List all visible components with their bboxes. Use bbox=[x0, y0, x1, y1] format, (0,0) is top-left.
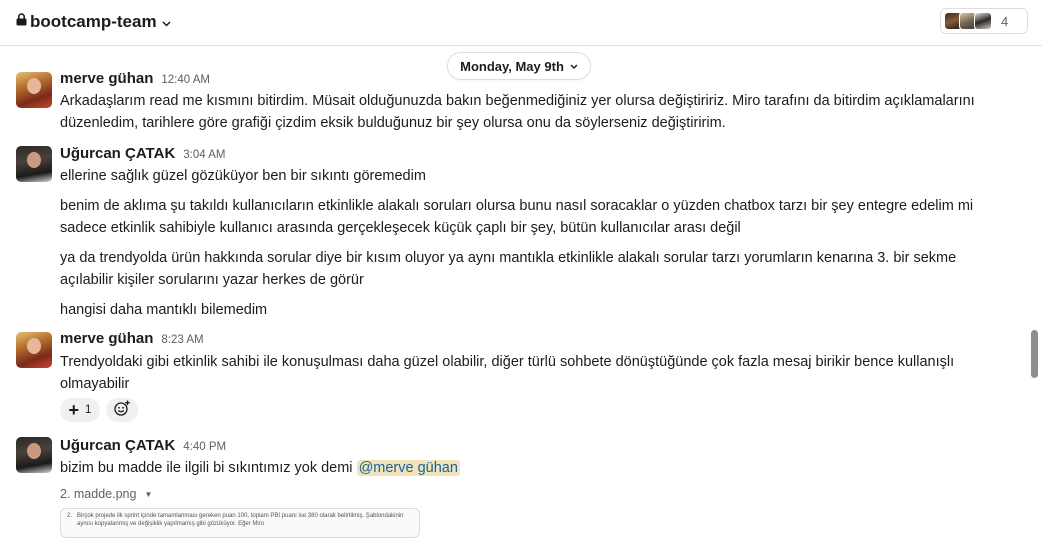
message-author[interactable]: Uğurcan ÇATAK bbox=[60, 145, 175, 162]
user-avatar-merve[interactable] bbox=[16, 72, 52, 108]
lock-icon bbox=[16, 11, 27, 31]
plus-one-icon: + bbox=[68, 400, 80, 420]
message-author[interactable]: merve gühan bbox=[60, 70, 153, 87]
message-author[interactable]: Uğurcan ÇATAK bbox=[60, 437, 175, 454]
user-avatar-ugurcan[interactable] bbox=[16, 437, 52, 473]
message-header: merve gühan 12:40 AM bbox=[60, 70, 210, 87]
message-timestamp[interactable]: 8:23 AM bbox=[161, 334, 203, 346]
message-text: Arkadaşlarım read me kısmını bitirdim. M… bbox=[60, 93, 975, 131]
user-avatar-merve[interactable] bbox=[16, 332, 52, 368]
message-text: benim de aklıma şu takıldı kullanıcıları… bbox=[60, 198, 974, 236]
file-name: 2. madde.png bbox=[60, 487, 137, 501]
chevron-down-icon bbox=[162, 12, 171, 32]
message-timestamp[interactable]: 3:04 AM bbox=[183, 149, 225, 161]
message-text-body: bizim bu madde ile ilgili bi sıkıntımız … bbox=[60, 460, 353, 476]
message-text: bizim bu madde ile ilgili bi sıkıntımız … bbox=[60, 457, 990, 479]
user-mention[interactable]: @merve gühan bbox=[356, 460, 460, 476]
message-header: merve gühan 8:23 AM bbox=[60, 330, 204, 347]
add-reaction-button[interactable] bbox=[106, 398, 138, 422]
message-text: ellerine sağlık güzel gözüküyor ben bir … bbox=[60, 168, 426, 184]
message-timestamp[interactable]: 4:40 PM bbox=[183, 441, 226, 453]
message-text: hangisi daha mantıklı bilemedim bbox=[60, 302, 268, 318]
caret-down-icon: ▼ bbox=[144, 489, 153, 499]
member-count: 4 bbox=[1001, 13, 1009, 29]
message-header: Uğurcan ÇATAK 3:04 AM bbox=[60, 145, 225, 162]
image-attachment-preview[interactable]: 2. Birçok projede ilk sprint içinde tama… bbox=[60, 508, 420, 538]
file-name-toggle[interactable]: 2. madde.png ▼ bbox=[60, 487, 152, 501]
chevron-down-icon bbox=[570, 61, 578, 71]
channel-header: bootcamp-team 4 bbox=[0, 0, 1042, 46]
message-text: Trendyoldaki gibi etkinlik sahibi ile ko… bbox=[60, 354, 955, 392]
channel-name-button[interactable]: bootcamp-team bbox=[16, 11, 171, 32]
user-avatar-ugurcan[interactable] bbox=[16, 146, 52, 182]
date-divider-label: Monday, May 9th bbox=[460, 58, 564, 74]
preview-text: Birçok projede ilk sprint içinde tamamla… bbox=[77, 513, 404, 527]
reaction-plus-one[interactable]: + 1 bbox=[60, 398, 100, 422]
scrollbar-thumb[interactable] bbox=[1031, 330, 1038, 378]
message-header: Uğurcan ÇATAK 4:40 PM bbox=[60, 437, 226, 454]
message-text: ya da trendyolda ürün hakkında sorular d… bbox=[60, 250, 957, 288]
member-avatar-3 bbox=[974, 12, 992, 30]
preview-number: 2. bbox=[67, 513, 73, 519]
reaction-count: 1 bbox=[85, 404, 92, 416]
date-divider-button[interactable]: Monday, May 9th bbox=[447, 52, 591, 80]
emoji-add-icon bbox=[113, 400, 131, 421]
channel-name: bootcamp-team bbox=[30, 11, 157, 31]
message-author[interactable]: merve gühan bbox=[60, 330, 153, 347]
members-button[interactable]: 4 bbox=[940, 8, 1028, 34]
message-timestamp[interactable]: 12:40 AM bbox=[161, 74, 210, 86]
